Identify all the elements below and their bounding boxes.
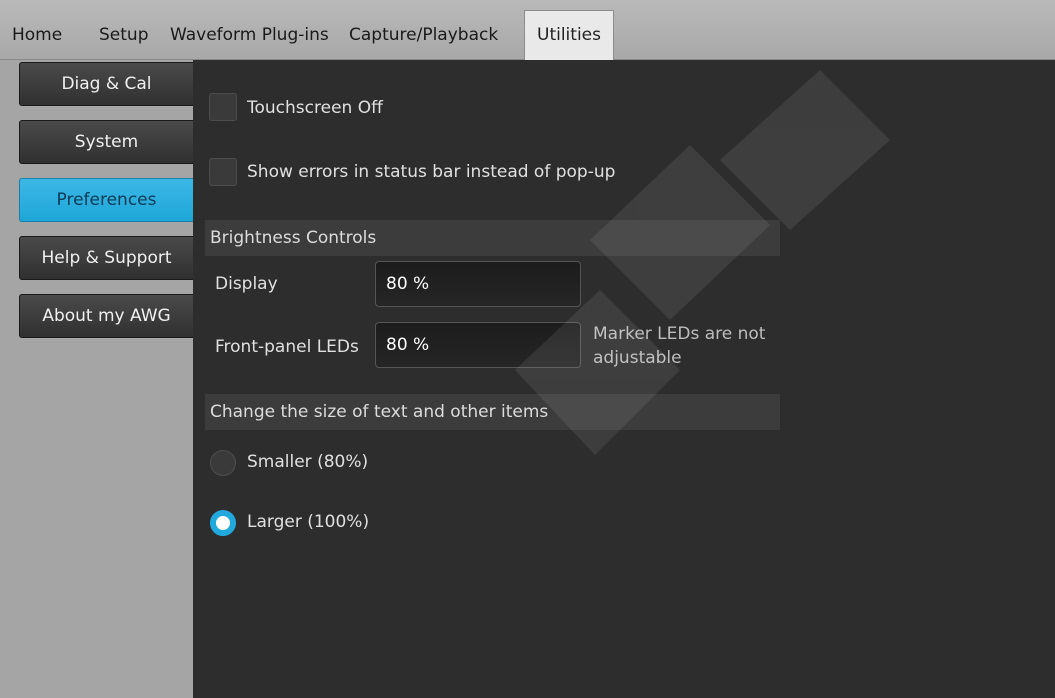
front-panel-leds-field[interactable]: 80 % — [375, 322, 581, 368]
touchscreen-off-checkbox[interactable] — [209, 93, 237, 121]
menu-home[interactable]: Home — [12, 0, 62, 59]
front-panel-leds-label: Front-panel LEDs — [215, 337, 359, 357]
sidebar-item-help-support[interactable]: Help & Support — [19, 236, 193, 280]
menu-setup[interactable]: Setup — [99, 0, 148, 59]
display-brightness-field[interactable]: 80 % — [375, 261, 581, 307]
larger-size-label: Larger (100%) — [247, 512, 370, 532]
utilities-sidebar: Diag & Cal System Preferences Help & Sup… — [0, 60, 193, 698]
show-errors-checkbox[interactable] — [209, 158, 237, 186]
show-errors-label: Show errors in status bar instead of pop… — [247, 162, 616, 182]
menu-capture-playback[interactable]: Capture/Playback — [349, 0, 498, 59]
display-brightness-label: Display — [215, 274, 278, 294]
sidebar-item-diag-cal[interactable]: Diag & Cal — [19, 62, 193, 106]
preferences-panel: Touchscreen Off Show errors in status ba… — [193, 60, 1055, 698]
brightness-controls-header: Brightness Controls — [205, 220, 780, 256]
smaller-size-label: Smaller (80%) — [247, 452, 369, 472]
top-menu-bar: Home Setup Waveform Plug-ins Capture/Pla… — [0, 0, 1055, 60]
smaller-size-radio[interactable] — [210, 450, 236, 476]
menu-waveform-plugins[interactable]: Waveform Plug-ins — [170, 0, 329, 59]
text-size-header: Change the size of text and other items — [205, 394, 780, 430]
sidebar-item-about-awg[interactable]: About my AWG — [19, 294, 193, 338]
marker-leds-note: Marker LEDs are not adjustable — [593, 324, 766, 368]
sidebar-item-system[interactable]: System — [19, 120, 193, 164]
touchscreen-off-label: Touchscreen Off — [247, 98, 383, 118]
menu-utilities[interactable]: Utilities — [524, 10, 614, 60]
sidebar-item-preferences[interactable]: Preferences — [19, 178, 193, 222]
larger-size-radio[interactable] — [210, 510, 236, 536]
